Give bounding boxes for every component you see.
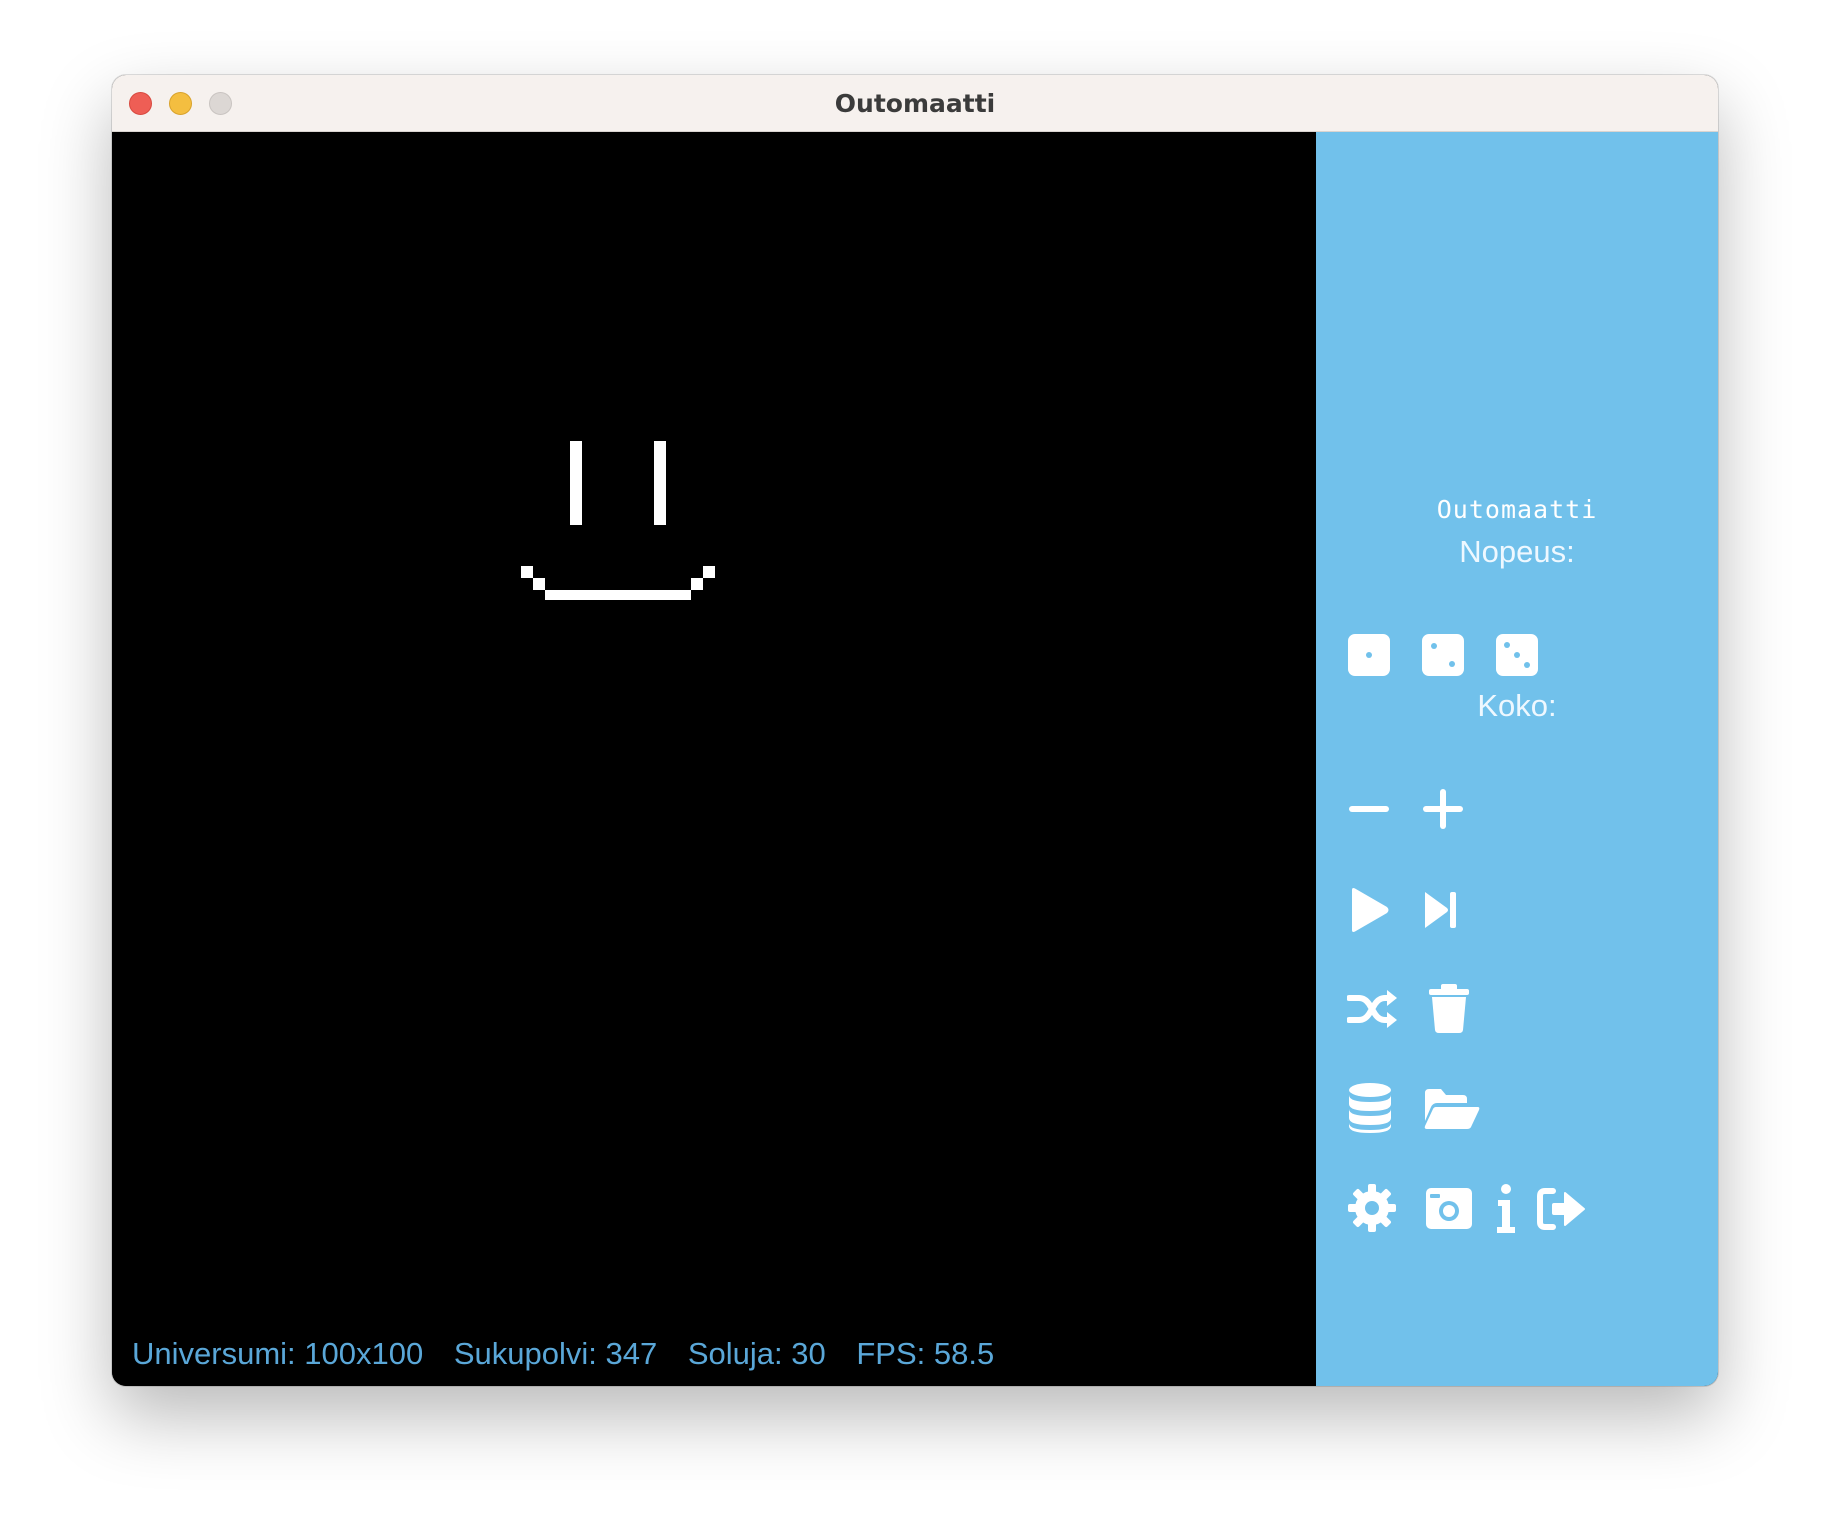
- clear-button[interactable]: [1427, 983, 1471, 1035]
- live-cells-left-eye: [570, 441, 582, 525]
- open-button[interactable]: [1423, 1087, 1481, 1131]
- plus-icon: [1423, 789, 1463, 829]
- screenshot-button[interactable]: [1425, 1185, 1473, 1231]
- die-two-icon: [1422, 634, 1464, 676]
- camera-icon: [1426, 1188, 1472, 1229]
- play-icon: [1352, 888, 1389, 932]
- step-forward-icon: [1425, 892, 1456, 928]
- die-three-icon: [1496, 634, 1538, 676]
- generation-status: Sukupolvi: 347: [453, 1336, 658, 1371]
- randomize-button[interactable]: [1347, 985, 1399, 1033]
- speed-fast-button[interactable]: [1495, 633, 1539, 677]
- cell-count-status: Soluja: 30: [687, 1336, 826, 1371]
- trash-icon: [1429, 984, 1469, 1033]
- live-cell: [521, 566, 533, 578]
- fps-status: FPS: 58.5: [856, 1336, 995, 1371]
- play-button[interactable]: [1347, 886, 1391, 934]
- step-button[interactable]: [1421, 888, 1461, 932]
- live-cell: [533, 578, 545, 590]
- size-increase-button[interactable]: [1421, 787, 1465, 831]
- sign-out-icon: [1537, 1188, 1585, 1230]
- window-title: Outomaatti: [834, 89, 996, 118]
- info-button[interactable]: [1493, 1183, 1519, 1235]
- speed-label: Nopeus:: [1459, 534, 1575, 569]
- folder-open-icon: [1424, 1089, 1480, 1129]
- size-label: Koko:: [1477, 688, 1557, 723]
- database-icon: [1349, 1083, 1391, 1133]
- die-one-icon: [1348, 634, 1390, 676]
- size-decrease-button[interactable]: [1347, 787, 1391, 831]
- live-cells-right-eye: [654, 441, 666, 525]
- live-cells-mouth: [545, 590, 691, 600]
- settings-button[interactable]: [1347, 1183, 1397, 1233]
- universe-size-status: Universumi: 100x100: [132, 1336, 424, 1371]
- speed-slow-button[interactable]: [1347, 633, 1391, 677]
- info-icon: [1497, 1184, 1515, 1233]
- sidebar-title: Outomaatti: [1436, 495, 1598, 524]
- automaton-canvas[interactable]: Universumi: 100x100 Sukupolvi: 347 Soluj…: [112, 132, 1316, 1386]
- save-button[interactable]: [1347, 1082, 1393, 1134]
- control-sidebar: Outomaatti Nopeus: Koko:: [1316, 132, 1718, 1386]
- gear-icon: [1348, 1184, 1396, 1232]
- shuffle-icon: [1347, 990, 1397, 1028]
- speed-medium-button[interactable]: [1421, 633, 1465, 677]
- minus-icon: [1349, 806, 1389, 812]
- status-bar: Universumi: 100x100 Sukupolvi: 347 Soluj…: [132, 1336, 1016, 1372]
- live-cell: [691, 578, 703, 590]
- exit-button[interactable]: [1537, 1187, 1587, 1231]
- live-cell: [703, 566, 715, 578]
- title-bar[interactable]: Outomaatti: [112, 75, 1718, 132]
- app-window: Outomaatti Universumi: 100x100 Sukupolvi…: [112, 75, 1718, 1386]
